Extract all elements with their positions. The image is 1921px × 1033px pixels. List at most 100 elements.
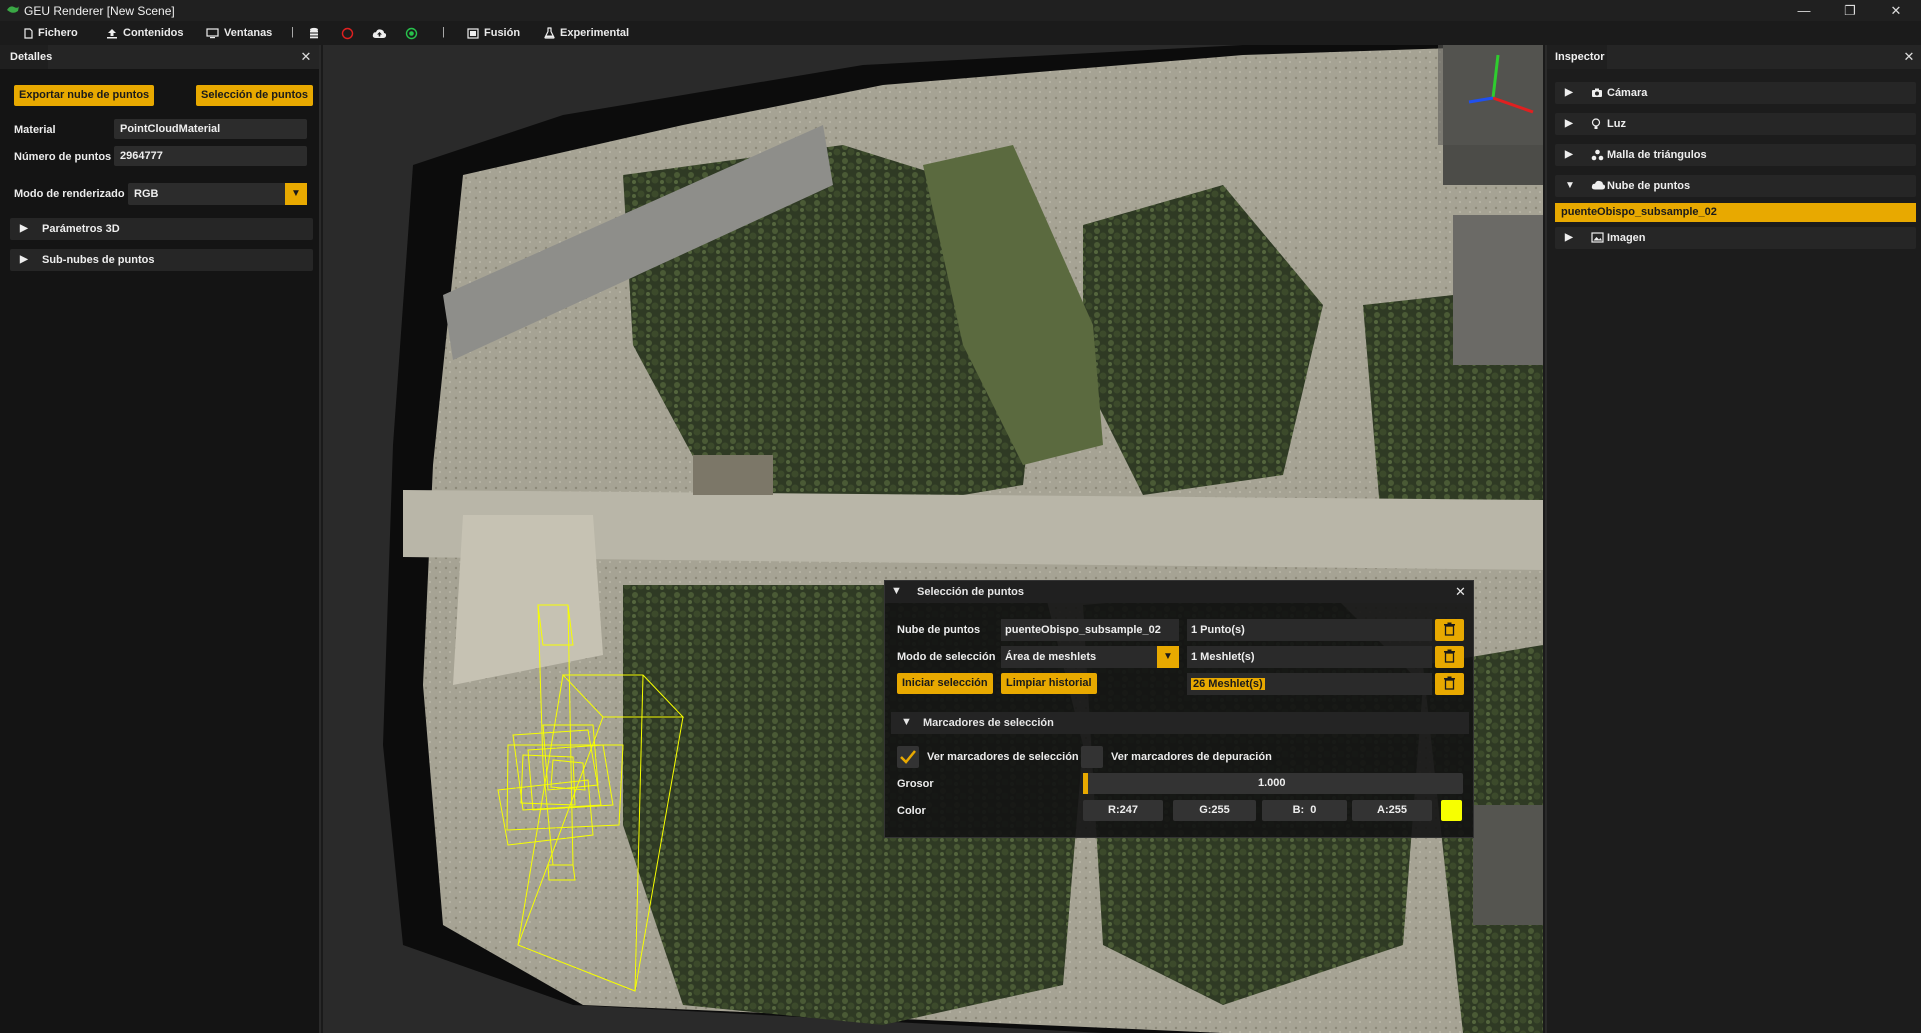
tree-item-params-3d[interactable]: ▶ Parámetros 3D (10, 218, 313, 240)
cloud-upload-button[interactable] (372, 21, 387, 45)
close-details-button[interactable]: ✕ (296, 45, 316, 69)
debug-markers-checkbox[interactable] (1081, 746, 1103, 768)
inspector-item-camara[interactable]: ▶ Cámara (1555, 82, 1916, 104)
minimize-button[interactable]: — (1781, 0, 1827, 21)
selection-panel-header: ▼ Selección de puntos ✕ (885, 581, 1473, 603)
inspector-item-label: Nube de puntos (1607, 180, 1691, 192)
triangle-right-icon: ▶ (20, 223, 28, 234)
inspector-item-label: Cámara (1607, 87, 1648, 99)
debug-markers-label: Ver marcadores de depuración (1111, 751, 1272, 763)
color-blue-field[interactable]: B: 0 (1262, 800, 1347, 821)
trash-icon (1444, 676, 1455, 690)
color-swatch[interactable] (1441, 800, 1462, 821)
export-pointcloud-button[interactable]: Exportar nube de puntos (14, 85, 155, 106)
point-selection-button[interactable]: Selección de puntos (196, 85, 313, 106)
delete-meshlets-button[interactable] (1435, 646, 1464, 668)
markers-section-header[interactable]: ▼ Marcadores de selección (891, 712, 1469, 734)
image-frame-icon (467, 27, 479, 39)
close-selection-panel-button[interactable]: ✕ (1455, 584, 1466, 600)
database-button[interactable] (309, 21, 319, 45)
thickness-label: Grosor (897, 778, 934, 790)
thickness-slider[interactable]: 1.000 (1083, 773, 1463, 794)
menu-fichero[interactable]: Fichero (24, 21, 78, 45)
num-points-label: Número de puntos (14, 151, 112, 163)
menu-experimental-label: Experimental (560, 27, 630, 39)
menu-contenidos[interactable]: Contenidos (106, 21, 184, 45)
cloud-field[interactable]: puenteObispo_subsample_02 (1001, 619, 1179, 641)
menu-fusion[interactable]: Fusión (467, 21, 520, 45)
window-title: GEU Renderer [New Scene] (24, 4, 175, 18)
render-mode-label: Modo de renderizado (14, 188, 125, 200)
triangle-down-icon: ▼ (1565, 180, 1575, 191)
material-field[interactable]: PointCloudMaterial (114, 119, 307, 139)
start-selection-button[interactable]: Iniciar selección (897, 673, 993, 694)
inspector-selected-pointcloud[interactable]: puenteObispo_subsample_02 (1555, 203, 1916, 222)
triangle-right-icon: ▶ (1565, 118, 1573, 129)
meshlets-count-field: 1 Meshlet(s) (1187, 646, 1432, 668)
record-button[interactable] (341, 21, 354, 45)
file-icon (24, 27, 33, 39)
cloud-upload-icon (372, 28, 387, 38)
chevron-down-icon: ▼ (285, 183, 307, 205)
camera-icon (1592, 88, 1602, 97)
maximize-button[interactable]: ❐ (1827, 0, 1873, 21)
render-mode-dropdown[interactable]: RGB ▼ (128, 183, 307, 205)
inspector-item-luz[interactable]: ▶ Luz (1555, 113, 1916, 135)
num-points-field[interactable]: 2964777 (114, 146, 307, 166)
trash-icon (1444, 622, 1455, 636)
cloud-icon (1591, 180, 1606, 190)
trash-icon (1444, 649, 1455, 663)
title-bar: GEU Renderer [New Scene] — ❐ ✕ (0, 0, 1921, 21)
mesh-icon (1591, 149, 1604, 161)
triangle-down-icon: ▼ (901, 716, 912, 728)
menu-ventanas[interactable]: Ventanas (206, 21, 272, 45)
inspector-item-label: Luz (1607, 118, 1626, 130)
menu-separator: | (442, 26, 445, 38)
selection-mode-dropdown[interactable]: Área de meshlets ▼ (1001, 646, 1179, 668)
database-icon (310, 27, 318, 39)
tab-inspector[interactable]: Inspector (1547, 45, 1607, 69)
color-green-field[interactable]: G:255 (1173, 800, 1256, 821)
details-panel: Detalles ✕ Exportar nube de puntos Selec… (0, 45, 321, 1033)
upload-icon (107, 28, 117, 38)
markers-section-title: Marcadores de selección (923, 717, 1054, 729)
axis-gizmo-icon[interactable] (1463, 50, 1543, 130)
active-status-button[interactable] (405, 21, 418, 45)
selection-mode-label: Modo de selección (897, 651, 996, 663)
show-markers-checkbox[interactable] (897, 746, 919, 768)
tab-detalles[interactable]: Detalles (0, 45, 52, 69)
triangle-right-icon: ▶ (1565, 87, 1573, 98)
render-mode-value: RGB (134, 188, 159, 200)
menu-separator: | (291, 26, 294, 38)
color-alpha-field[interactable]: A:255 (1352, 800, 1432, 821)
history-count-field: 26 Meshlet(s) (1187, 673, 1432, 695)
delete-history-button[interactable] (1435, 673, 1464, 695)
menu-experimental[interactable]: Experimental (544, 21, 629, 45)
delete-points-button[interactable] (1435, 619, 1464, 641)
clear-history-button[interactable]: Limpiar historial (1001, 673, 1097, 694)
close-window-button[interactable]: ✕ (1873, 0, 1919, 21)
lightbulb-icon (1591, 118, 1601, 129)
details-panel-header: Detalles ✕ (0, 45, 319, 69)
target-circle-icon (405, 27, 418, 39)
inspector-item-nube[interactable]: ▼ Nube de puntos (1555, 175, 1916, 197)
record-circle-icon (341, 27, 354, 39)
history-count-value: 26 Meshlet(s) (1191, 678, 1265, 690)
tree-item-subclouds[interactable]: ▶ Sub-nubes de puntos (10, 249, 313, 271)
show-markers-label: Ver marcadores de selección (927, 751, 1079, 763)
close-inspector-button[interactable]: ✕ (1899, 45, 1919, 69)
3d-viewport[interactable] (323, 45, 1543, 1033)
tree-item-subclouds-label: Sub-nubes de puntos (42, 254, 155, 266)
cloud-label: Nube de puntos (897, 624, 981, 636)
inspector-panel: Inspector ✕ ▶ Cámara ▶ Luz ▶ Malla de tr… (1545, 45, 1921, 1033)
chevron-down-icon: ▼ (1157, 646, 1179, 668)
triangle-down-icon[interactable]: ▼ (891, 585, 902, 597)
inspector-item-imagen[interactable]: ▶ Imagen (1555, 227, 1916, 249)
points-count-field: 1 Punto(s) (1187, 619, 1432, 641)
menu-fusion-label: Fusión (484, 27, 521, 39)
color-red-field[interactable]: R:247 (1083, 800, 1163, 821)
inspector-item-label: Malla de triángulos (1607, 149, 1707, 161)
inspector-item-malla[interactable]: ▶ Malla de triángulos (1555, 144, 1916, 166)
thickness-value: 1.000 (1258, 777, 1286, 789)
slider-handle[interactable] (1083, 773, 1088, 794)
